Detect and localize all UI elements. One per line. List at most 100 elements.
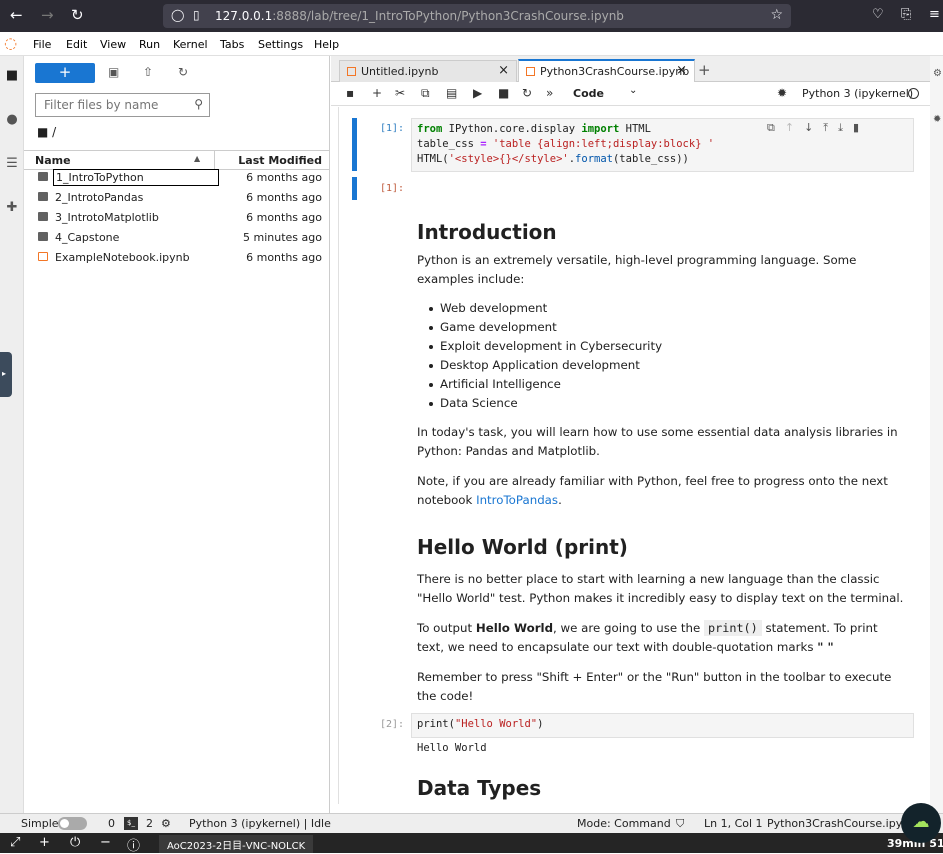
file-row[interactable]: ExampleNotebook.ipynb 6 months ago <box>24 248 330 268</box>
info-icon[interactable]: ⓘ <box>127 835 140 854</box>
menu-view[interactable]: View <box>100 38 126 51</box>
markdown-cell[interactable]: Introduction Python is an extremely vers… <box>417 219 907 706</box>
kernel-status[interactable]: Python 3 (ipykernel) | Idle <box>189 817 331 830</box>
file-modified: 5 minutes ago <box>243 231 322 244</box>
simple-mode-toggle[interactable] <box>58 817 87 830</box>
notebook-toolbar: ▪ + ✂ ⧉ ▤ ▶ ■ ↻ » Code ⌄ ✹ Python 3 (ipy… <box>331 82 931 106</box>
browser-toolbar: ← → ↻ ◯ ▯ 127.0.0.1:8888/lab/tree/1_Intr… <box>0 0 943 32</box>
markdown-cell[interactable]: Data Types <box>417 775 907 801</box>
upload-icon[interactable]: ⇧ <box>143 65 153 79</box>
filter-files-field[interactable]: ⚲ <box>35 93 210 117</box>
file-name: 3_IntrotoMatplotlib <box>55 211 159 224</box>
file-modified: 6 months ago <box>246 171 322 184</box>
debugger-panel-icon[interactable]: ✹ <box>933 114 941 125</box>
save-icon[interactable]: ▪ <box>346 86 354 100</box>
menu-help[interactable]: Help <box>314 38 339 51</box>
file-name: ExampleNotebook.ipynb <box>55 251 190 264</box>
menu-icon[interactable]: ≡ <box>929 7 940 22</box>
file-list-header: Name ▲ Last Modified <box>24 150 330 170</box>
column-last-modified[interactable]: Last Modified <box>238 154 322 167</box>
running-icon[interactable]: ● <box>3 112 21 130</box>
close-icon[interactable]: × <box>676 63 687 78</box>
delete-icon[interactable]: ▮ <box>853 121 859 134</box>
pocket-icon[interactable]: ♡ <box>872 7 884 22</box>
shield-icon[interactable]: ◯ <box>171 8 184 22</box>
tab-python3crashcourse[interactable]: Python3CrashCourse.ipynb × <box>518 59 695 82</box>
bookmark-star-icon[interactable]: ☆ <box>770 7 783 23</box>
minimize-icon[interactable]: − <box>100 835 111 850</box>
menu-settings[interactable]: Settings <box>258 38 303 51</box>
file-row[interactable]: 2_IntrotoPandas 6 months ago <box>24 188 330 208</box>
reload-icon[interactable]: ↻ <box>71 6 84 24</box>
run-icon[interactable]: ▶ <box>473 86 482 100</box>
move-down-icon[interactable]: ↓ <box>804 121 813 134</box>
left-sidebar: ■ ● ☰ ✚ <box>0 56 24 813</box>
chevron-down-icon: ⌄ <box>629 85 638 96</box>
cut-icon[interactable]: ✂ <box>395 86 405 100</box>
insert-cell-icon[interactable]: + <box>372 86 382 100</box>
new-tab-icon[interactable]: + <box>698 61 711 79</box>
kernel-name[interactable]: Python 3 (ipykernel) <box>802 87 913 100</box>
terminal-count[interactable]: 0 <box>108 817 115 830</box>
fast-forward-icon[interactable]: » <box>546 86 553 100</box>
add-icon[interactable]: + <box>39 835 50 850</box>
forward-icon[interactable]: → <box>41 6 54 24</box>
fullscreen-icon[interactable]: ⤢ <box>10 835 20 850</box>
extensions-icon[interactable]: ⎘ <box>901 7 911 22</box>
filter-input[interactable] <box>44 98 184 112</box>
insert-above-icon[interactable]: ⤒ <box>823 121 828 134</box>
kernel-count[interactable]: 2 <box>146 817 153 830</box>
intro-to-pandas-link[interactable]: IntroToPandas <box>476 493 558 507</box>
cursor-position[interactable]: Ln 1, Col 1 <box>704 817 763 830</box>
insert-below-icon[interactable]: ⤓ <box>838 121 843 134</box>
status-bar: Simple 0 $_ 2 ⚙ Python 3 (ipykernel) | I… <box>0 813 943 833</box>
back-icon[interactable]: ← <box>10 6 23 24</box>
power-icon[interactable]: ⏻ <box>70 835 80 850</box>
notebook-body[interactable]: [1]: from IPython.core.display import HT… <box>338 107 931 804</box>
copy-icon[interactable]: ⧉ <box>421 86 430 101</box>
output-collapse-bar[interactable] <box>352 177 357 200</box>
paragraph: In today's task, you will learn how to u… <box>417 425 898 458</box>
kernel-status-icon <box>908 88 919 99</box>
vnc-machine-tab[interactable]: AoC2023-2日目-VNC-NOLCK <box>159 835 314 853</box>
cloud-icon[interactable]: ☁ <box>901 803 941 843</box>
cell-type-select[interactable]: Code <box>573 87 604 100</box>
page-icon[interactable]: ▯ <box>193 8 200 22</box>
breadcrumb[interactable]: ■ / <box>37 125 56 139</box>
folder-icon[interactable]: ■ <box>3 68 21 86</box>
debugger-icon[interactable]: ✹ <box>777 86 787 100</box>
menu-run[interactable]: Run <box>139 38 160 51</box>
menu-edit[interactable]: Edit <box>66 38 87 51</box>
paste-icon[interactable]: ▤ <box>446 86 457 100</box>
move-up-icon[interactable]: ↑ <box>785 121 794 134</box>
stop-icon[interactable]: ■ <box>498 86 509 100</box>
file-modified: 6 months ago <box>246 191 322 204</box>
trusted-icon[interactable]: ⛉ <box>676 817 684 831</box>
column-name[interactable]: Name <box>35 154 71 167</box>
duplicate-icon[interactable]: ⧉ <box>767 121 775 134</box>
toc-icon[interactable]: ☰ <box>3 156 21 174</box>
notebook-icon <box>526 67 535 76</box>
menu-kernel[interactable]: Kernel <box>173 38 208 51</box>
file-row[interactable]: 4_Capstone 5 minutes ago <box>24 228 330 248</box>
code-cell-2[interactable]: print("Hello World") <box>411 713 914 738</box>
menu-file[interactable]: File <box>33 38 51 51</box>
new-folder-icon[interactable]: ▣ <box>108 65 119 79</box>
close-icon[interactable]: × <box>498 63 509 78</box>
restart-icon[interactable]: ↻ <box>522 86 532 100</box>
file-row[interactable]: 1_IntroToPython 6 months ago <box>24 168 330 188</box>
paragraph: Python is an extremely versatile, high-l… <box>417 253 857 286</box>
file-row[interactable]: 3_IntrotoMatplotlib 6 months ago <box>24 208 330 228</box>
cell-prompt: [2]: <box>380 719 405 730</box>
new-launcher-button[interactable]: + <box>35 63 95 83</box>
property-inspector-icon[interactable]: ⚙ <box>933 68 942 79</box>
cell-output: Hello World <box>417 742 487 754</box>
extension-icon[interactable]: ✚ <box>3 200 21 218</box>
refresh-icon[interactable]: ↻ <box>178 65 188 79</box>
list-item: Exploit development in Cybersecurity <box>417 337 907 356</box>
tab-bar: Untitled.ipynb × Python3CrashCourse.ipyn… <box>331 56 931 82</box>
url-bar[interactable]: ◯ ▯ 127.0.0.1:8888/lab/tree/1_IntroToPyt… <box>163 4 791 28</box>
vnc-handle[interactable]: ▸ <box>0 352 12 397</box>
tab-untitled[interactable]: Untitled.ipynb × <box>339 60 517 82</box>
menu-tabs[interactable]: Tabs <box>220 38 244 51</box>
